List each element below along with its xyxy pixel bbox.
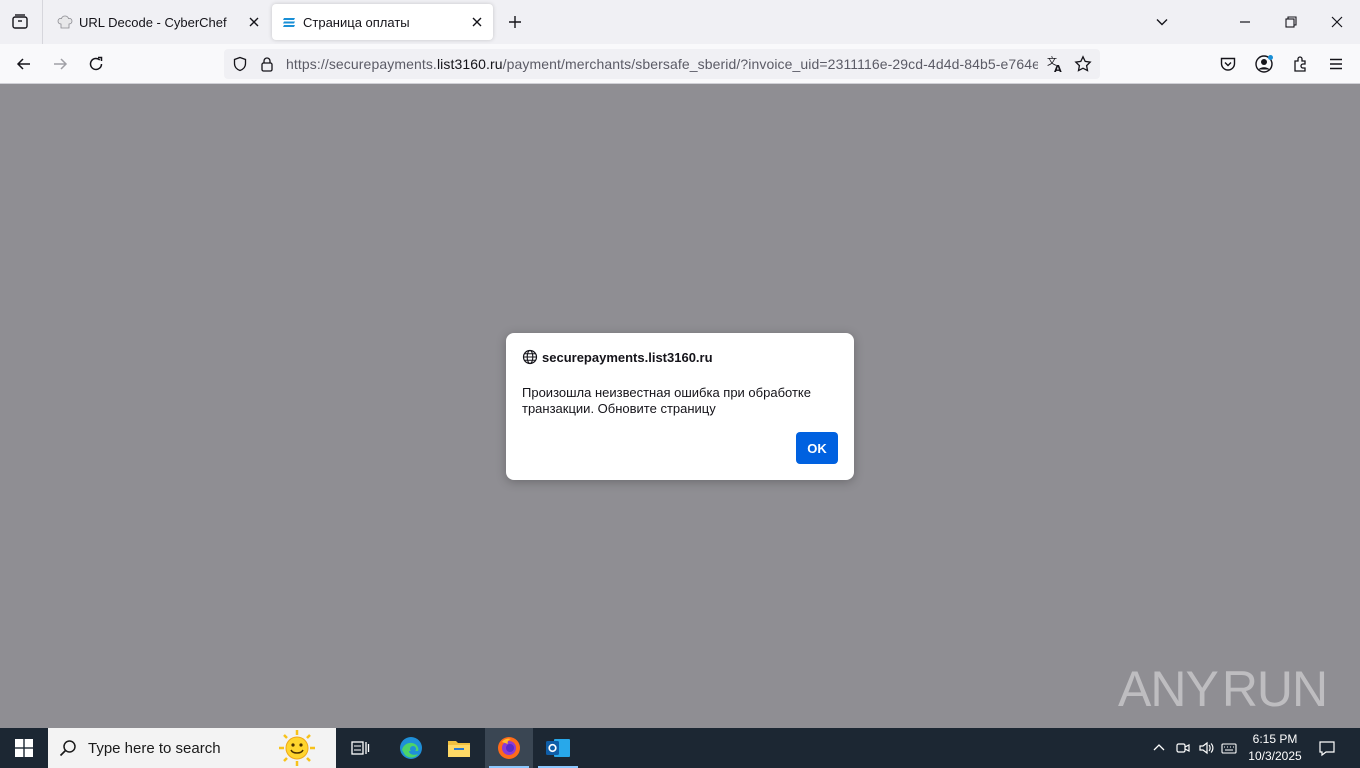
close-window-icon[interactable] (1314, 0, 1360, 44)
windows-start-icon[interactable] (0, 728, 48, 768)
search-icon (58, 738, 78, 758)
minimize-icon[interactable] (1222, 0, 1268, 44)
restore-icon[interactable] (1268, 0, 1314, 44)
new-tab-icon[interactable] (503, 10, 527, 34)
taskbar-search-box[interactable]: Type here to search (48, 728, 336, 768)
shield-icon[interactable] (230, 54, 250, 74)
tab-strip: URL Decode - CyberChef Страница оплаты (0, 0, 1360, 44)
clock-time: 6:15 PM (1252, 732, 1298, 746)
url-host: list3160.ru (436, 56, 503, 72)
taskbar: Type here to search 6:15 PM 10/3/2025 (0, 728, 1360, 768)
file-explorer-icon[interactable] (435, 728, 483, 768)
svg-text:A: A (1054, 64, 1062, 73)
dialog-header: securepayments.list3160.ru (522, 349, 713, 365)
tab-separator (42, 0, 43, 44)
watermark-left: ANY (1118, 661, 1219, 717)
url-text[interactable]: https://securepayments.list3160.ru/payme… (286, 56, 1038, 72)
tab-overview-icon[interactable] (8, 10, 32, 34)
chevron-up-icon[interactable] (1149, 738, 1169, 758)
url-path: /payment/merchants/sbersafe_sberid/?invo… (502, 56, 1038, 72)
keyboard-icon[interactable] (1219, 738, 1239, 758)
globe-icon (522, 349, 538, 365)
task-view-icon[interactable] (336, 728, 384, 768)
menu-icon[interactable] (1322, 50, 1350, 78)
meet-now-icon[interactable] (1173, 738, 1193, 758)
tab-payment[interactable]: Страница оплаты (272, 4, 493, 40)
edge-icon[interactable] (387, 728, 435, 768)
lock-icon[interactable] (257, 54, 277, 74)
system-clock[interactable]: 6:15 PM 10/3/2025 (1244, 731, 1306, 765)
address-bar[interactable]: https://securepayments.list3160.ru/payme… (224, 49, 1100, 79)
forward-arrow-icon[interactable] (46, 50, 74, 78)
alert-dialog: securepayments.list3160.ru Произошла неи… (506, 333, 854, 480)
translate-icon[interactable]: 文A (1045, 54, 1065, 74)
url-prefix: https://securepayments. (286, 56, 437, 72)
outlook-icon[interactable] (534, 728, 582, 768)
back-arrow-icon[interactable] (10, 50, 38, 78)
sun-smiley-icon (279, 730, 315, 766)
chef-hat-icon (57, 14, 73, 30)
clock-date: 10/3/2025 (1248, 749, 1302, 763)
close-icon[interactable] (242, 10, 266, 34)
pocket-icon[interactable] (1214, 50, 1242, 78)
dialog-origin: securepayments.list3160.ru (542, 349, 713, 365)
chevron-down-icon[interactable] (1150, 10, 1174, 34)
volume-icon[interactable] (1196, 738, 1216, 758)
bookmark-star-icon[interactable] (1073, 54, 1093, 74)
account-icon[interactable] (1250, 50, 1278, 78)
notification-icon[interactable] (1316, 737, 1338, 759)
close-icon[interactable] (465, 10, 489, 34)
tab-title: URL Decode - CyberChef (79, 14, 227, 30)
navigation-toolbar: https://securepayments.list3160.ru/payme… (0, 44, 1360, 84)
search-placeholder: Type here to search (88, 739, 221, 757)
ok-button[interactable]: OK (796, 432, 838, 464)
dialog-message: Произошла неизвестная ошибка при обработ… (522, 385, 811, 416)
tab-cyberchef[interactable]: URL Decode - CyberChef (48, 4, 270, 40)
anyrun-watermark: ANY RUN (1118, 656, 1328, 722)
firefox-icon[interactable] (485, 728, 533, 768)
watermark-right: RUN (1221, 661, 1328, 717)
reload-icon[interactable] (82, 50, 110, 78)
stripes-icon (281, 14, 297, 30)
tab-title: Страница оплаты (303, 14, 410, 30)
extensions-icon[interactable] (1286, 50, 1314, 78)
